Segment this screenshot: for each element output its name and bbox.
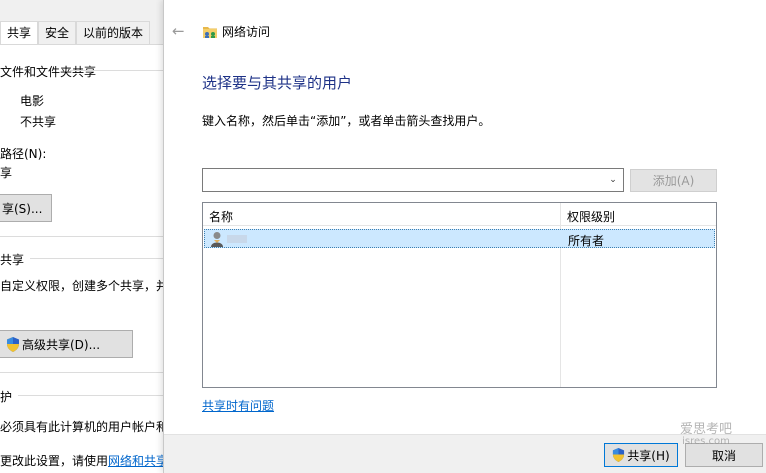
change-setting-text: 更改此设置，请使用网络和共享中 xyxy=(0,452,180,469)
back-arrow-icon[interactable]: ← xyxy=(172,22,185,40)
password-section-title: 护 xyxy=(0,390,13,404)
advanced-section-title: 共享 xyxy=(0,253,25,267)
properties-tabs: 共享 安全 以前的版本 xyxy=(0,21,151,45)
column-header-permission[interactable]: 权限级别 xyxy=(567,208,615,225)
watermark: 爱思考吧 isres.com xyxy=(679,422,732,448)
divider xyxy=(0,372,170,373)
column-header-name[interactable]: 名称 xyxy=(209,208,233,225)
share-confirm-button[interactable]: 共享(H) xyxy=(604,443,678,467)
password-description: 必须具有此计算机的用户帐户和密 xyxy=(0,420,181,434)
divider xyxy=(0,236,170,237)
tab-sharing[interactable]: 共享 xyxy=(0,21,39,45)
network-folder-icon xyxy=(203,27,217,38)
item-name: 电影 xyxy=(20,94,45,108)
dialog-footer: 共享(H) 取消 xyxy=(164,434,766,473)
share-button[interactable]: 享(S)... xyxy=(0,194,52,222)
watermark-line2: isres.com xyxy=(682,436,730,447)
tab-security[interactable]: 安全 xyxy=(38,21,77,44)
section-title: 文件和文件夹共享 xyxy=(0,65,97,79)
user-permission-list[interactable]: 名称 权限级别 所有者 xyxy=(202,202,717,388)
uac-shield-icon xyxy=(613,448,625,462)
user-name-input[interactable] xyxy=(203,169,598,191)
chevron-down-icon[interactable]: ⌄ xyxy=(606,172,620,188)
page-heading: 选择要与其共享的用户 xyxy=(202,74,353,92)
list-header: 名称 权限级别 xyxy=(203,203,716,226)
user-name-redacted xyxy=(227,235,247,243)
divider xyxy=(30,258,170,259)
change-prefix: 更改此设置，请使用 xyxy=(0,454,109,468)
item-status: 不共享 xyxy=(20,115,57,129)
path-label: 路径(N): xyxy=(0,147,47,161)
divider xyxy=(70,70,170,71)
permission-level[interactable]: 所有者 xyxy=(568,232,604,249)
path-value: 享 xyxy=(0,166,13,180)
instruction-text: 键入名称，然后单击“添加”，或者单击箭头查找用户。 xyxy=(202,114,491,128)
network-access-dialog: ← 网络访问 选择要与其共享的用户 键入名称，然后单击“添加”，或者单击箭头查找… xyxy=(163,0,766,473)
user-icon xyxy=(211,232,223,247)
sharing-panel: 文件和文件夹共享 电影 不共享 路径(N): 享 享(S)... 共享 自定义权… xyxy=(0,44,180,473)
add-button[interactable]: 添加(A) xyxy=(630,169,717,192)
watermark-line1: 爱思考吧 xyxy=(679,422,732,437)
uac-shield-icon xyxy=(7,336,19,352)
share-confirm-label: 共享(H) xyxy=(627,448,670,463)
tab-previous-versions[interactable]: 以前的版本 xyxy=(76,21,151,44)
advanced-description: 自定义权限，创建多个共享，并设 xyxy=(0,279,181,293)
advanced-sharing-button[interactable]: 高级共享(D)... xyxy=(0,330,133,358)
user-name-combobox[interactable]: ⌄ xyxy=(202,168,624,192)
divider xyxy=(18,395,170,396)
sharing-help-link[interactable]: 共享时有问题 xyxy=(202,397,274,414)
list-item[interactable]: 所有者 xyxy=(204,229,715,248)
advanced-sharing-label: 高级共享(D)... xyxy=(22,337,101,352)
dialog-title: 网络访问 xyxy=(222,25,271,39)
